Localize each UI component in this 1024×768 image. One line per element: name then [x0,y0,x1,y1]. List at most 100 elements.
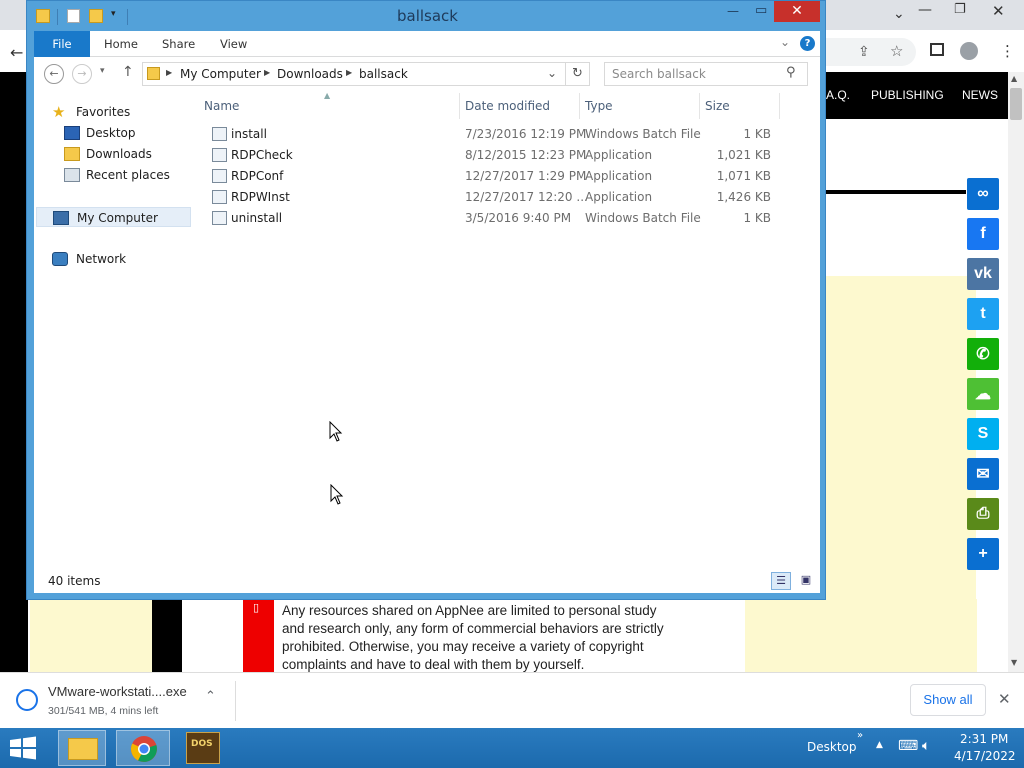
breadcrumb-chevron-icon[interactable]: ▶ [264,68,270,77]
nav-downloads[interactable]: Downloads [34,144,184,164]
whatsapp-icon[interactable]: ✆ [967,338,999,370]
share-icon[interactable]: + [967,538,999,570]
clock-date[interactable]: 4/17/2022 [954,749,1016,763]
recent-locations-icon[interactable]: ▾ [100,66,105,76]
nav-my-computer[interactable]: My Computer [36,207,191,227]
downloads-folder-icon [64,147,80,161]
column-header-name[interactable]: Name [204,99,239,113]
details-view-icon[interactable]: ☰ [771,572,791,590]
site-nav-news[interactable]: NEWS [962,88,998,102]
refresh-button[interactable]: ↻ [566,62,590,86]
skype-icon[interactable]: S [967,418,999,450]
site-nav-faq[interactable]: A.Q. [826,88,850,102]
column-header-date[interactable]: Date modified [465,99,550,113]
ribbon: File Home Share View ⌄ ? [34,31,820,57]
application-icon [212,169,227,183]
page-scrollbar[interactable]: ▲ ▼ [1008,72,1024,672]
breadcrumb-chevron-icon[interactable]: ▶ [346,68,352,77]
close-icon: ✕ [791,3,803,19]
facebook-icon[interactable]: f [967,218,999,250]
minimize-icon[interactable]: — [727,4,739,18]
help-icon[interactable]: ? [800,36,815,51]
bookmark-star-icon[interactable]: ☆ [890,42,903,60]
new-folder-icon[interactable] [89,9,103,23]
tab-file[interactable]: File [34,31,90,57]
quick-access-dropdown-icon[interactable]: ▾ [111,9,116,19]
tab-share[interactable]: Share [162,37,195,51]
volume-icon[interactable]: 🔈︎ [922,738,930,754]
divider [57,9,58,25]
maximize-icon[interactable]: ▭ [755,3,767,18]
file-row[interactable]: RDPCheck 8/12/2015 12:23 PM Application … [194,145,820,166]
taskbar-desktop-label[interactable]: Desktop [807,740,857,754]
nav-network[interactable]: Network [34,249,184,269]
clock-time[interactable]: 2:31 PM [960,732,1008,746]
start-button[interactable] [8,736,38,760]
back-icon[interactable]: ← [10,43,23,62]
close-download-bar-icon[interactable]: ✕ [998,690,1011,708]
nav-favorites[interactable]: ★ Favorites [34,102,184,122]
tray-expand-icon[interactable]: ▲ [876,740,883,750]
explorer-window: ▾ ballsack — ▭ ✕ File Home Share View ⌄ … [26,0,826,600]
forward-button-icon[interactable]: → [72,64,92,84]
column-header-size[interactable]: Size [705,99,730,113]
restore-browser-icon[interactable]: ❐ [954,2,966,17]
file-row[interactable]: uninstall 3/5/2016 9:40 PM Windows Batch… [194,208,820,229]
network-icon [52,252,68,266]
breadcrumb-my-computer[interactable]: My Computer [180,67,261,81]
file-type: Application [585,148,653,162]
close-button[interactable]: ✕ [774,1,820,22]
desktop-toolbar-chevron-icon[interactable]: » [857,730,863,741]
taskbar-explorer-button[interactable] [58,730,106,766]
expand-ribbon-icon[interactable]: ⌄ [780,35,790,49]
show-all-button[interactable]: Show all [910,684,986,716]
print-icon[interactable]: ⎙ [967,498,999,530]
file-row[interactable]: install 7/23/2016 12:19 PM Windows Batch… [194,124,820,145]
tab-home[interactable]: Home [104,37,138,51]
back-button-icon[interactable]: ← [44,64,64,84]
site-nav-publishing[interactable]: PUBLISHING [871,88,944,102]
email-icon[interactable]: ✉ [967,458,999,490]
title-bar[interactable]: ▾ ballsack — ▭ ✕ [27,1,825,31]
download-filename[interactable]: VMware-workstati....exe [48,684,187,699]
copyright-notice: Any resources shared on AppNee are limit… [282,603,664,672]
column-header-type[interactable]: Type [585,99,613,113]
browser-menu-icon[interactable]: ⋮ [1000,42,1015,60]
network-icon[interactable]: ⌨ [898,738,918,754]
large-icons-view-icon[interactable]: ▣ [796,572,816,590]
copy-link-icon[interactable]: ∞ [967,178,999,210]
taskbar-chrome-button[interactable] [116,730,170,766]
file-name: uninstall [231,211,283,225]
wechat-icon[interactable]: ☁ [967,378,999,410]
scroll-down-icon[interactable]: ▼ [1011,658,1017,667]
file-row[interactable]: RDPWInst 12/27/2017 12:20 ... Applicatio… [194,187,820,208]
nav-desktop[interactable]: Desktop [34,123,184,143]
share-page-icon[interactable]: ⇪ [858,44,870,60]
nav-recent-places[interactable]: Recent places [34,165,184,185]
twitter-icon[interactable]: t [967,298,999,330]
refresh-icon: ↻ [572,66,583,81]
site-panel [30,599,152,672]
search-input[interactable]: Search ballsack ⚲ [604,62,808,86]
address-dropdown-icon[interactable]: ⌄ [547,66,557,80]
search-icon[interactable]: ⚲ [786,65,796,80]
breadcrumb-chevron-icon[interactable]: ▶ [166,68,172,77]
breadcrumb-downloads[interactable]: Downloads [277,67,343,81]
download-options-icon[interactable]: ⌃ [205,689,216,704]
scroll-thumb[interactable] [1010,88,1022,120]
breadcrumb-ballsack[interactable]: ballsack [359,67,408,81]
file-row[interactable]: RDPConf 12/27/2017 1:29 PM Application 1… [194,166,820,187]
close-browser-icon[interactable]: ✕ [992,2,1005,20]
taskbar-dosbox-button[interactable]: DOS [186,732,220,764]
file-list: ▲ Name Date modified Type Size install 7… [194,91,820,571]
vk-icon[interactable]: vk [967,258,999,290]
tab-view[interactable]: View [220,37,247,51]
sidebar-icon[interactable] [930,43,944,56]
profile-avatar-icon[interactable] [960,42,978,60]
up-folder-icon[interactable]: ↑ [122,64,134,80]
address-bar[interactable]: ▶ My Computer ▶ Downloads ▶ ballsack ⌄ [142,62,566,86]
tab-dropdown-icon[interactable]: ⌄ [893,6,905,22]
minimize-browser-icon[interactable]: — [918,2,932,18]
properties-icon[interactable] [67,9,80,23]
scroll-up-icon[interactable]: ▲ [1011,74,1017,83]
